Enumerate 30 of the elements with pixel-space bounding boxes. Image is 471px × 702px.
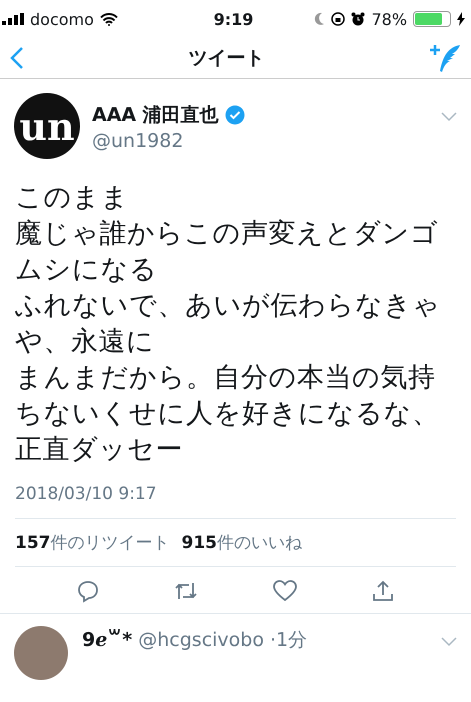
reply-user-name[interactable]: 9ℯ꒳* <box>82 626 132 651</box>
battery-icon <box>413 11 452 27</box>
user-name[interactable]: AAA 浦田直也 <box>92 102 219 128</box>
user-handle: @un1982 <box>92 130 184 152</box>
tweet-text-line: 正直ダッセー <box>15 433 184 467</box>
charging-bolt-icon <box>457 12 466 26</box>
like-button[interactable] <box>272 579 298 603</box>
share-button[interactable] <box>370 579 395 603</box>
reply-button[interactable] <box>76 579 100 603</box>
rotation-lock-icon <box>331 12 346 26</box>
alarm-clock-icon <box>351 12 366 26</box>
reply-user-handle: @hcgscivobo <box>138 629 264 651</box>
clock-time: 9:19 <box>214 10 254 28</box>
back-button[interactable] <box>10 46 24 70</box>
compose-tweet-button[interactable] <box>429 43 461 73</box>
tweet-text-line: まんまだから。自分の本当の気持ちないくせに人を好きになるな、 <box>15 361 440 431</box>
avatar-logo[interactable]: un <box>14 93 80 159</box>
tweet-text-line: 魔じゃ誰からこの声変えとダンゴムシになる <box>15 217 440 287</box>
stat-count[interactable]: 157件のリツイート <box>15 531 170 554</box>
nav-title: ツイート <box>188 46 264 71</box>
moon-icon <box>313 12 326 26</box>
signal-icon <box>2 13 24 25</box>
carrier-name: docomo <box>30 10 94 28</box>
reply-time: ·1分 <box>270 628 308 653</box>
tweet-text-line: このまま <box>15 181 130 215</box>
battery-percent: 78% <box>371 10 408 28</box>
stat-count[interactable]: 915件のいいね <box>182 531 302 554</box>
wifi-icon <box>100 12 118 26</box>
tweet-text-line: ふれないで、あいが伝わらなきゃや、永遠に <box>15 289 442 359</box>
tweet-timestamp: 2018/03/10 9:17 <box>14 483 158 506</box>
